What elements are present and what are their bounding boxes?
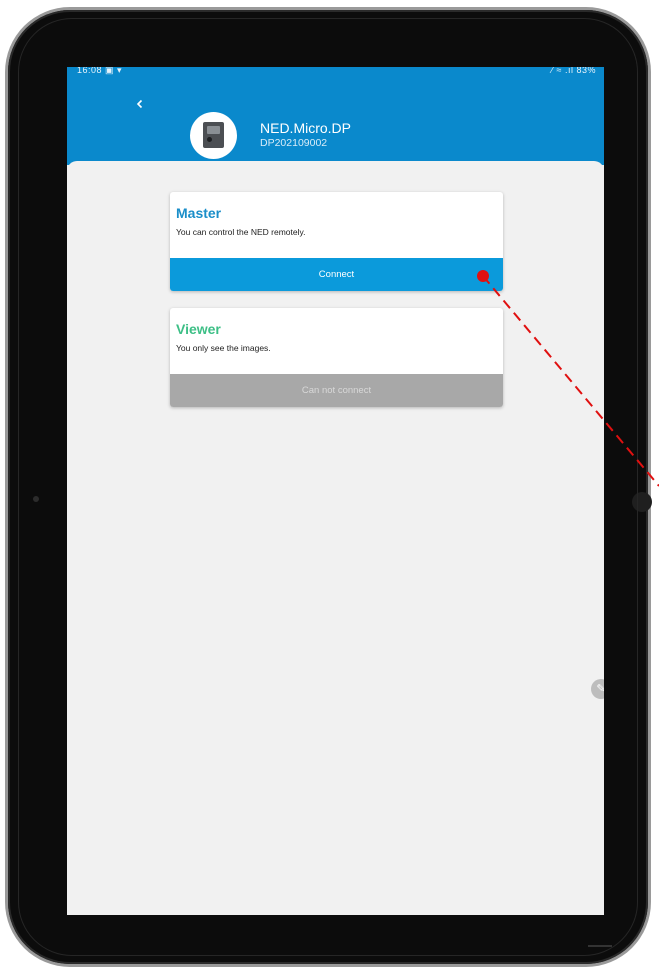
device-icon — [203, 122, 224, 148]
status-left: 16:08 ▣ ▾ — [77, 67, 123, 75]
device-avatar — [190, 112, 237, 159]
status-icons: ▣ ▾ — [105, 67, 123, 75]
camera-dot — [33, 496, 39, 502]
app-header: NED.Micro.DP DP202109002 — [67, 79, 604, 171]
status-battery: ⁄ ≈ .ıl 83% — [551, 67, 596, 75]
master-card: Master You can control the NED remotely.… — [170, 192, 503, 291]
status-bar: 16:08 ▣ ▾ ⁄ ≈ .ıl 83% — [67, 67, 604, 79]
device-serial: DP202109002 — [260, 137, 328, 149]
connect-button[interactable]: Connect — [170, 258, 503, 291]
viewer-description: You only see the images. — [176, 343, 271, 353]
pencil-icon[interactable]: ✎ — [591, 679, 604, 699]
app-screen: 16:08 ▣ ▾ ⁄ ≈ .ıl 83% NED.Micro.DP DP202… — [67, 67, 604, 915]
master-description: You can control the NED remotely. — [176, 227, 306, 237]
home-indicator — [588, 945, 612, 947]
chevron-left-icon[interactable] — [131, 95, 149, 113]
master-title: Master — [176, 205, 222, 221]
viewer-card: Viewer You only see the images. Can not … — [170, 308, 503, 407]
cannot-connect-button: Can not connect — [170, 374, 503, 407]
side-button — [632, 492, 652, 512]
viewer-title: Viewer — [176, 321, 221, 337]
device-name: NED.Micro.DP — [260, 120, 352, 136]
status-time: 16:08 — [77, 67, 103, 75]
